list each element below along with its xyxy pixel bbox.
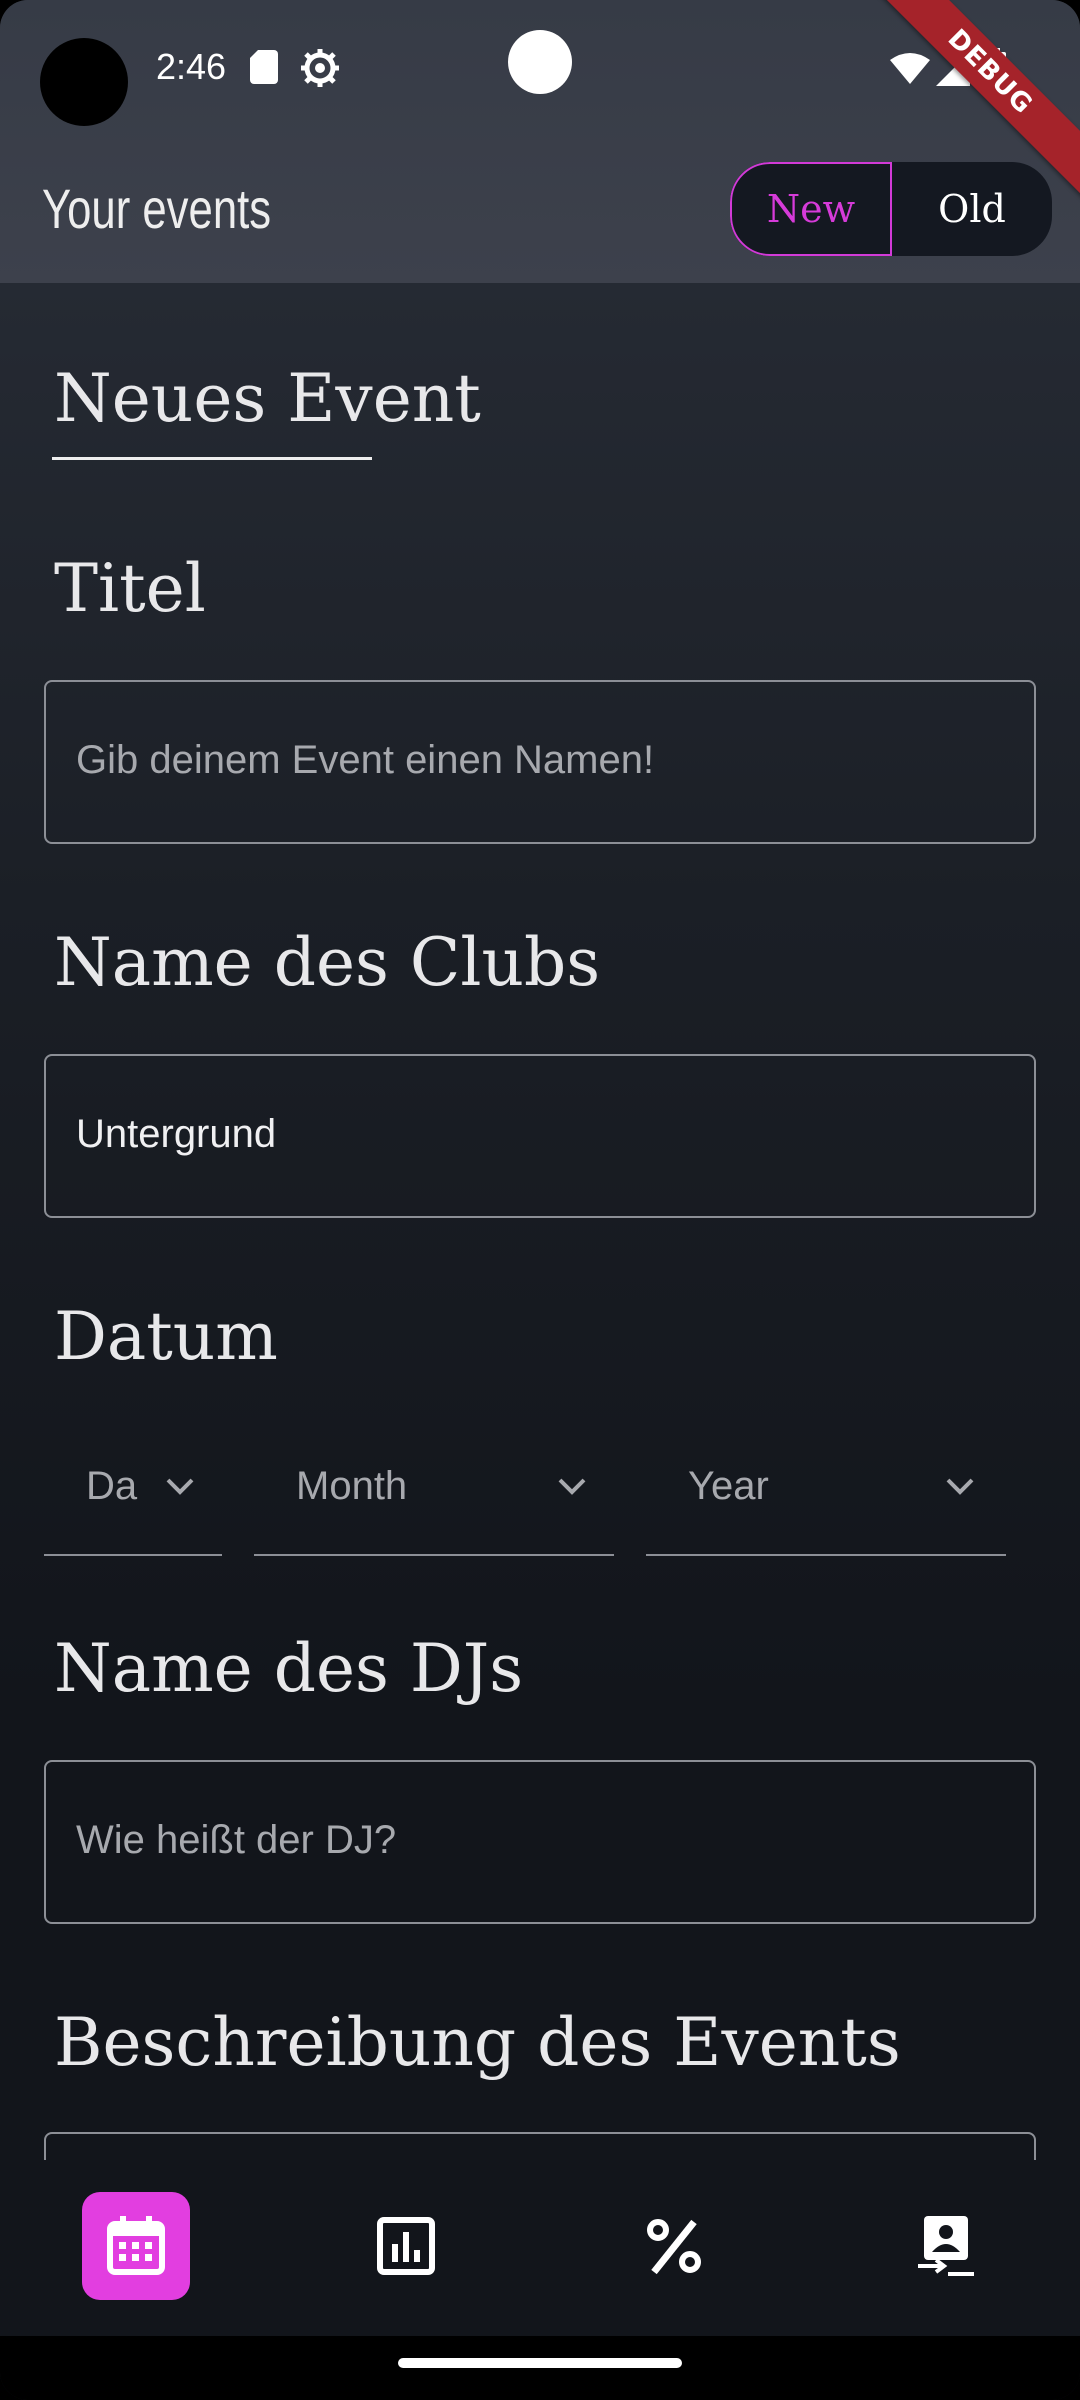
title-input[interactable]: Gib deinem Event einen Namen! (44, 680, 1036, 844)
description-label: Beschreibung des Events (54, 2004, 901, 2081)
form-tab-title[interactable]: Neues Event (54, 360, 481, 437)
nav-statistics[interactable] (352, 2192, 460, 2300)
wifi-icon (890, 53, 930, 84)
chevron-down-icon (558, 1478, 586, 1495)
top-bar: 2:46 Your events New Old (0, 0, 1080, 283)
toggle-old-button[interactable]: Old (892, 162, 1052, 256)
bottom-navigation (0, 2160, 1080, 2336)
chevron-down-icon (166, 1478, 194, 1495)
sd-card-icon (250, 50, 278, 84)
day-dropdown[interactable]: Da (44, 1440, 222, 1556)
date-label: Datum (54, 1298, 278, 1375)
month-dropdown-label: Month (296, 1464, 408, 1508)
dj-label: Name des DJs (54, 1630, 524, 1707)
new-old-toggle[interactable]: New Old (730, 162, 1052, 256)
app-title: Your events (42, 177, 272, 240)
tab-underline (52, 457, 372, 460)
club-input[interactable]: Untergrund (44, 1054, 1036, 1218)
month-dropdown[interactable]: Month (254, 1440, 614, 1556)
gesture-bar (0, 2336, 1080, 2400)
club-label: Name des Clubs (54, 924, 601, 1001)
title-label: Titel (54, 550, 206, 627)
dj-placeholder: Wie heißt der DJ? (76, 1818, 397, 1862)
club-value: Untergrund (76, 1112, 277, 1156)
camera-cutout (40, 38, 128, 126)
status-time: 2:46 (156, 46, 227, 87)
contact-switch-icon (918, 2216, 974, 2276)
nav-events[interactable] (82, 2192, 190, 2300)
nav-profile[interactable] (892, 2192, 1000, 2300)
toggle-new-button[interactable]: New (730, 162, 892, 256)
percent-icon (647, 2219, 701, 2275)
bar-chart-icon (377, 2217, 435, 2275)
home-indicator[interactable] (398, 2358, 682, 2368)
title-placeholder: Gib deinem Event einen Namen! (76, 738, 655, 782)
day-dropdown-label: Da (86, 1464, 138, 1508)
settings-icon (301, 49, 339, 87)
chevron-down-icon (946, 1478, 974, 1495)
front-camera (508, 30, 572, 94)
dj-input[interactable]: Wie heißt der DJ? (44, 1760, 1036, 1924)
nav-discounts[interactable] (620, 2192, 728, 2300)
app-screen: 2:46 Your events New Old DEBUG Neues Eve… (0, 0, 1080, 2400)
year-dropdown[interactable]: Year (646, 1440, 1006, 1556)
year-dropdown-label: Year (688, 1464, 769, 1508)
calendar-icon (107, 2216, 165, 2275)
